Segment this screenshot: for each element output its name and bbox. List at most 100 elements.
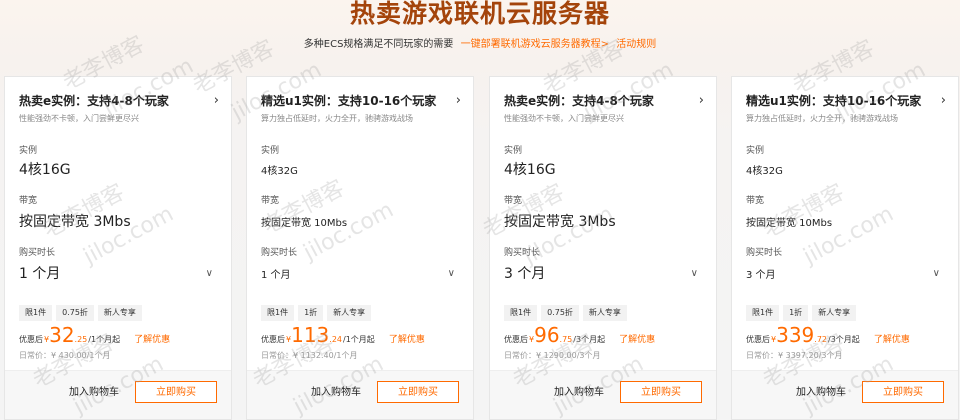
regular-price: 日常价：¥ 1290.00/3个月 [504, 351, 601, 360]
bandwidth-label: 带宽 [504, 196, 523, 206]
duration-label: 购买时长 [261, 248, 298, 258]
card-header[interactable]: 热卖e实例：支持4-8个玩家 性能强劲不卡顿，入门尝鲜更尽兴 › [504, 93, 704, 129]
tag: 新人专享 [97, 305, 142, 321]
duration-select[interactable]: 3 个月 [504, 265, 545, 283]
price-decimal: .25 [74, 335, 88, 344]
price-decimal: .24 [329, 335, 343, 344]
chevron-down-icon[interactable]: ∨ [448, 267, 455, 281]
buy-now-button[interactable]: 立即购买 [620, 381, 702, 403]
buy-now-button[interactable]: 立即购买 [862, 381, 944, 403]
card-title: 热卖e实例：支持4-8个玩家 [19, 94, 169, 108]
regular-price: 日常价：¥ 1132.40/1个月 [261, 351, 358, 360]
duration-select[interactable]: 1 个月 [19, 265, 60, 283]
learn-more-link[interactable]: 了解优惠 [389, 332, 425, 345]
tag: 限1件 [19, 305, 53, 321]
tag: 限1件 [504, 305, 538, 321]
instance-value: 4核16G [19, 162, 71, 178]
chevron-right-icon[interactable]: › [699, 94, 704, 108]
card-description: 算力独占低延时，火力全开，驰骋游戏战场 [746, 114, 898, 123]
card-title: 精选u1实例：支持10-16个玩家 [261, 94, 437, 108]
add-to-cart-button[interactable]: 加入购物车 [796, 385, 846, 401]
subtitle-text: 多种ECS规格满足不同玩家的需要 [303, 39, 454, 50]
price-decimal: .72 [814, 335, 828, 344]
chevron-right-icon[interactable]: › [214, 94, 219, 108]
price-decimal: .75 [559, 335, 573, 344]
card-header[interactable]: 精选u1实例：支持10-16个玩家 算力独占低延时，火力全开，驰骋游戏战场 › [261, 93, 461, 129]
instance-label: 实例 [504, 146, 523, 156]
card-title: 精选u1实例：支持10-16个玩家 [746, 94, 922, 108]
price-unit: /1个月起 [88, 335, 121, 344]
chevron-right-icon[interactable]: › [941, 94, 946, 108]
tag: 1折 [783, 305, 809, 321]
card-footer: 加入购物车 立即购买 [732, 370, 958, 419]
instance-label: 实例 [19, 146, 38, 156]
duration-label: 购买时长 [746, 248, 783, 258]
instance-value: 4核16G [504, 162, 556, 178]
tag: 1折 [298, 305, 324, 321]
instance-value: 4核32G [261, 166, 298, 177]
card-tags: 限1件 0.75折 新人专享 [504, 305, 627, 321]
card-description: 算力独占低延时，火力全开，驰骋游戏战场 [261, 114, 413, 123]
price-row: 优惠后¥113.24/1个月起 了解优惠 [261, 324, 425, 346]
discount-label: 优惠后 [504, 335, 528, 344]
tag: 0.75折 [56, 305, 94, 321]
buy-now-button[interactable]: 立即购买 [135, 381, 217, 403]
instance-label: 实例 [261, 146, 280, 156]
tag: 新人专享 [812, 305, 857, 321]
card-footer: 加入购物车 立即购买 [247, 370, 473, 419]
price-row: 优惠后¥32.25/1个月起 了解优惠 [19, 324, 170, 346]
bandwidth-label: 带宽 [261, 196, 280, 206]
bandwidth-label: 带宽 [19, 196, 38, 206]
card-title: 热卖e实例：支持4-8个玩家 [504, 94, 654, 108]
bandwidth-value: 按固定带宽 3Mbs [19, 214, 131, 230]
card-header[interactable]: 精选u1实例：支持10-16个玩家 算力独占低延时，火力全开，驰骋游戏战场 › [746, 93, 946, 129]
tag: 限1件 [261, 305, 295, 321]
learn-more-link[interactable]: 了解优惠 [619, 332, 655, 345]
price-row: 优惠后¥96.75/3个月起 了解优惠 [504, 324, 655, 346]
add-to-cart-button[interactable]: 加入购物车 [69, 385, 119, 401]
discount-label: 优惠后 [261, 335, 285, 344]
price-unit: /3个月起 [573, 335, 606, 344]
rules-link[interactable]: 活动规则 [616, 39, 656, 50]
price-row: 优惠后¥339.72/3个月起 了解优惠 [746, 324, 910, 346]
card-tags: 限1件 0.75折 新人专享 [19, 305, 142, 321]
card-tags: 限1件 1折 新人专享 [261, 305, 372, 321]
bandwidth-value: 按固定带宽 10Mbs [261, 218, 348, 229]
card-tags: 限1件 1折 新人专享 [746, 305, 857, 321]
bandwidth-label: 带宽 [746, 196, 765, 206]
price-integer: 96 [534, 323, 560, 347]
add-to-cart-button[interactable]: 加入购物车 [311, 385, 361, 401]
bandwidth-value: 按固定带宽 3Mbs [504, 214, 616, 230]
chevron-right-icon[interactable]: › [456, 94, 461, 108]
add-to-cart-button[interactable]: 加入购物车 [554, 385, 604, 401]
card-header[interactable]: 热卖e实例：支持4-8个玩家 性能强劲不卡顿，入门尝鲜更尽兴 › [19, 93, 219, 129]
buy-now-button[interactable]: 立即购买 [377, 381, 459, 403]
price-unit: /3个月起 [828, 335, 860, 344]
discount-label: 优惠后 [19, 335, 43, 344]
learn-more-link[interactable]: 了解优惠 [874, 332, 910, 345]
chevron-down-icon[interactable]: ∨ [206, 267, 213, 281]
product-card: 热卖e实例：支持4-8个玩家 性能强劲不卡顿，入门尝鲜更尽兴 › 实例 4核16… [4, 76, 232, 420]
price-unit: /1个月起 [343, 335, 375, 344]
regular-price: 日常价：¥ 3397.20/3个月 [746, 351, 843, 360]
price-integer: 32 [49, 323, 75, 347]
learn-more-link[interactable]: 了解优惠 [134, 332, 170, 345]
instance-value: 4核32G [746, 166, 783, 177]
instance-label: 实例 [746, 146, 765, 156]
discount-label: 优惠后 [746, 335, 770, 344]
duration-select[interactable]: 1 个月 [261, 269, 291, 283]
duration-label: 购买时长 [504, 248, 541, 258]
page-title: 热卖游戏联机云服务器 [349, 0, 610, 28]
tutorial-link[interactable]: 一键部署联机游戏云服务器教程> [461, 39, 609, 50]
duration-select[interactable]: 3 个月 [746, 269, 776, 283]
card-footer: 加入购物车 立即购买 [490, 370, 716, 419]
tag: 新人专享 [327, 305, 372, 321]
product-card: 精选u1实例：支持10-16个玩家 算力独占低延时，火力全开，驰骋游戏战场 › … [246, 76, 474, 420]
tag: 限1件 [746, 305, 780, 321]
product-card: 热卖e实例：支持4-8个玩家 性能强劲不卡顿，入门尝鲜更尽兴 › 实例 4核16… [489, 76, 717, 420]
card-description: 性能强劲不卡顿，入门尝鲜更尽兴 [19, 114, 139, 123]
chevron-down-icon[interactable]: ∨ [933, 267, 940, 281]
duration-label: 购买时长 [19, 248, 56, 258]
chevron-down-icon[interactable]: ∨ [691, 267, 698, 281]
card-footer: 加入购物车 立即购买 [5, 370, 231, 419]
